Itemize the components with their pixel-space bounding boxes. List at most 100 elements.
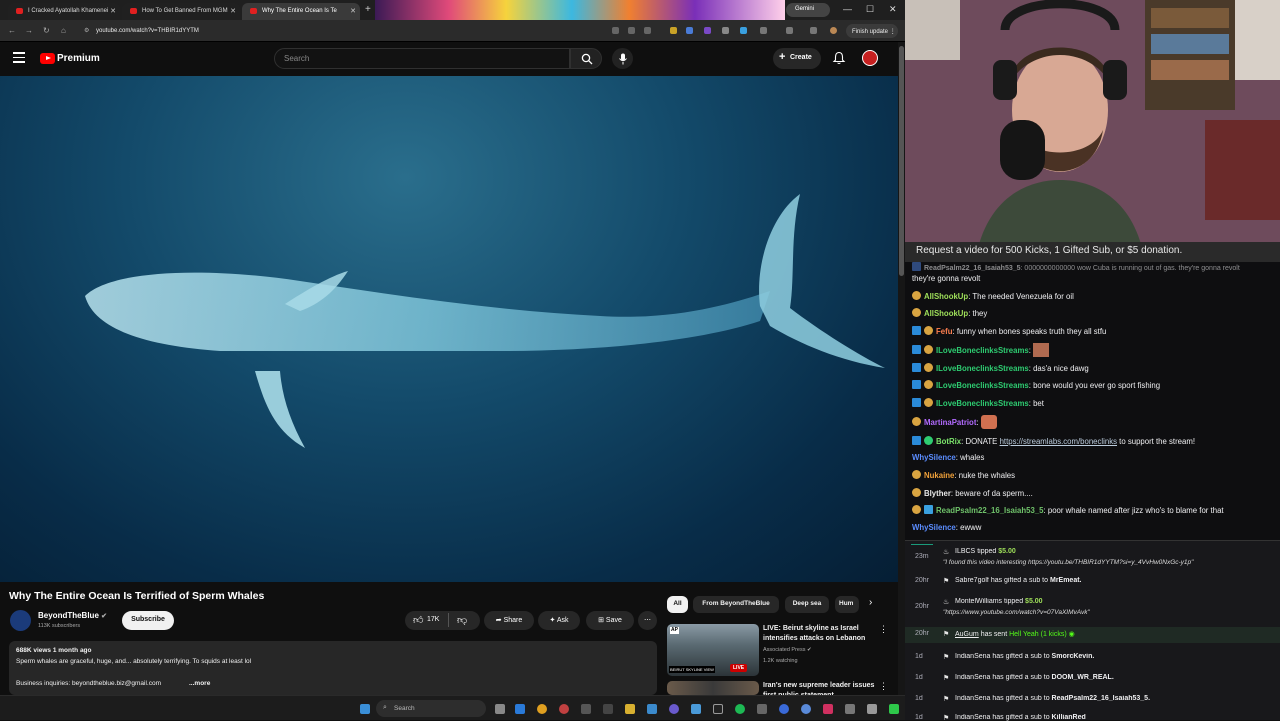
- extensions-puzzle-icon[interactable]: [760, 27, 767, 34]
- chat-username[interactable]: WhySilence: [912, 523, 956, 532]
- app-icon[interactable]: [713, 704, 723, 714]
- chat-username[interactable]: Fefu: [936, 327, 952, 336]
- menu-icon[interactable]: [13, 52, 25, 63]
- chip-deep-sea[interactable]: Deep sea: [785, 596, 829, 613]
- spotify-icon[interactable]: [735, 704, 745, 714]
- forward-icon[interactable]: →: [25, 26, 33, 35]
- search-button[interactable]: [570, 48, 602, 69]
- chat-username[interactable]: AllShookUp: [924, 309, 968, 318]
- minimize-icon[interactable]: —: [843, 4, 852, 14]
- related-thumbnail[interactable]: AP BEIRUT SKYLINE VIEW LIVE: [667, 624, 759, 676]
- chat-username[interactable]: ILoveBoneclinksStreams: [936, 381, 1029, 390]
- ask-button[interactable]: ✦ Ask: [538, 611, 580, 630]
- donate-link[interactable]: https://streamlabs.com/boneclinks: [1000, 437, 1117, 446]
- extension-icon[interactable]: [740, 27, 747, 34]
- app-icon[interactable]: [647, 704, 657, 714]
- page-scrollbar[interactable]: [898, 42, 905, 695]
- chat-username[interactable]: ReadPsalm22_16_Isaiah53_5: [924, 265, 1021, 272]
- create-button[interactable]: + Create: [773, 48, 821, 69]
- chat-username[interactable]: Nukaine: [924, 471, 954, 480]
- file-explorer-icon[interactable]: [625, 704, 635, 714]
- chrome-icon[interactable]: [537, 704, 547, 714]
- app-icon[interactable]: [889, 704, 899, 714]
- windows-start-icon[interactable]: [360, 704, 370, 714]
- youtube-premium-logo[interactable]: Premium: [57, 53, 100, 64]
- more-vertical-icon[interactable]: ⋮: [879, 681, 888, 692]
- browser-tab[interactable]: I Cracked Ayatollah Khamenei ✕: [8, 3, 120, 20]
- extension-icon[interactable]: [722, 27, 729, 34]
- close-tab-icon[interactable]: ✕: [110, 7, 116, 15]
- account-avatar[interactable]: [862, 50, 878, 66]
- related-title[interactable]: LIVE: Beirut skyline as Israel intensifi…: [763, 624, 883, 644]
- extension-icon[interactable]: [670, 27, 677, 34]
- chip-hum[interactable]: Hum: [835, 596, 859, 613]
- related-title[interactable]: Iran's new supreme leader issues first p…: [763, 681, 883, 695]
- chat-username[interactable]: AllShookUp: [924, 292, 968, 301]
- more-actions-button[interactable]: ⋯: [638, 611, 657, 630]
- app-icon[interactable]: [801, 704, 811, 714]
- app-icon[interactable]: [757, 704, 767, 714]
- scrollbar-thumb[interactable]: [899, 46, 904, 276]
- share-button[interactable]: ➦ Share: [484, 611, 534, 630]
- app-icon[interactable]: [845, 704, 855, 714]
- chat-username[interactable]: WhySilence: [912, 453, 956, 462]
- site-info-icon[interactable]: ⚙: [84, 27, 89, 34]
- chat-username[interactable]: ILoveBoneclinksStreams: [936, 364, 1029, 373]
- zoom-icon[interactable]: [612, 27, 619, 34]
- extension-icon[interactable]: [686, 27, 693, 34]
- extension-icon[interactable]: [704, 27, 711, 34]
- chip-all[interactable]: All: [667, 596, 688, 613]
- reload-icon[interactable]: ↻: [43, 26, 50, 35]
- save-button[interactable]: ⊞ Save: [586, 611, 634, 630]
- chat-username[interactable]: ILoveBoneclinksStreams: [936, 399, 1029, 408]
- close-tab-icon[interactable]: ✕: [230, 7, 236, 15]
- chevron-right-icon[interactable]: ›: [869, 597, 872, 608]
- chat-username[interactable]: ILoveBoneclinksStreams: [936, 346, 1029, 355]
- app-icon[interactable]: [867, 704, 877, 714]
- finish-update-button[interactable]: Finish update ⋮: [846, 24, 898, 38]
- sidebar-icon[interactable]: [786, 27, 793, 34]
- app-icon[interactable]: [691, 704, 701, 714]
- chat-username[interactable]: MartinaPatriot: [924, 418, 976, 427]
- maximize-icon[interactable]: ☐: [866, 4, 874, 15]
- channel-name[interactable]: BeyondTheBlue ✔: [38, 611, 107, 620]
- like-icon[interactable]: 👍︎: [413, 614, 423, 626]
- description-box[interactable]: 688K views 1 month ago Sperm whales are …: [9, 641, 657, 695]
- related-thumbnail[interactable]: [667, 681, 759, 695]
- edge-icon[interactable]: [515, 704, 525, 714]
- notifications-button[interactable]: [832, 51, 846, 65]
- app-icon[interactable]: [669, 704, 679, 714]
- show-more-link[interactable]: ...more: [189, 680, 210, 687]
- task-view-icon[interactable]: [495, 704, 505, 714]
- downloads-icon[interactable]: [810, 27, 817, 34]
- bookmark-star-icon[interactable]: [644, 27, 651, 34]
- cast-icon[interactable]: [628, 27, 635, 34]
- gemini-button[interactable]: Gemini: [786, 3, 830, 17]
- video-player[interactable]: [0, 76, 900, 582]
- app-icon[interactable]: [603, 704, 613, 714]
- app-icon[interactable]: [823, 704, 833, 714]
- channel-avatar[interactable]: [10, 610, 31, 631]
- search-input[interactable]: Search: [274, 48, 570, 69]
- taskbar-search[interactable]: ⌕ Search: [376, 700, 486, 717]
- chat-username[interactable]: BotRix: [936, 437, 961, 446]
- app-icon[interactable]: [581, 704, 591, 714]
- youtube-logo-icon[interactable]: [40, 53, 55, 64]
- like-count[interactable]: 17K: [427, 616, 439, 623]
- browser-tab-active[interactable]: Why The Entire Ocean Is Te ✕: [242, 3, 360, 20]
- subscribe-button[interactable]: Subscribe: [122, 611, 174, 630]
- profile-icon[interactable]: [830, 27, 837, 34]
- voice-search-button[interactable]: [612, 48, 633, 69]
- chat-username[interactable]: Blyther: [924, 489, 951, 498]
- close-window-icon[interactable]: ✕: [889, 4, 897, 15]
- app-icon[interactable]: [559, 704, 569, 714]
- chip-from-channel[interactable]: From BeyondTheBlue: [693, 596, 779, 613]
- url-field[interactable]: ⚙ youtube.com/watch?v=THBIR1dYYTM: [80, 24, 600, 38]
- new-tab-icon[interactable]: +: [365, 4, 371, 15]
- close-tab-icon[interactable]: ✕: [350, 7, 356, 15]
- chat-username[interactable]: ReadPsalm22_16_Isaiah53_5: [936, 506, 1044, 515]
- browser-tab[interactable]: How To Get Banned From MGM ✕: [122, 3, 240, 20]
- back-icon[interactable]: ←: [8, 26, 16, 35]
- more-vertical-icon[interactable]: ⋮: [879, 624, 888, 635]
- dislike-icon[interactable]: 👎︎: [457, 614, 467, 626]
